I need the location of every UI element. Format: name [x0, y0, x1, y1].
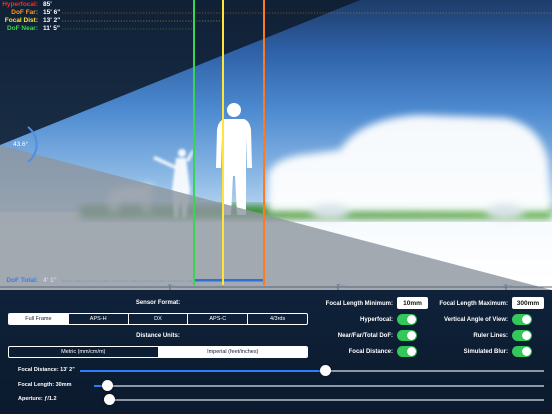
focal-min-label: Focal Length Minimum:: [325, 301, 393, 307]
readout-dof-near: DoF Near: 11' 5": [0, 25, 60, 32]
toggle-knob: [407, 347, 416, 356]
readout-dof-far: DoF Far: 15' 6": [0, 9, 60, 16]
focal-distance-slider[interactable]: [80, 365, 544, 376]
dof-total-bar: [193, 279, 264, 282]
simulated-blur-toggle-label: Simulated Blur:: [463, 349, 508, 355]
readout-hyperfocal: Hyperfocal: 85': [0, 1, 52, 8]
distance-units-heading: Distance Units:: [136, 333, 180, 339]
readout-dof-far-value: 15' 6": [43, 9, 61, 16]
focal-length-slider[interactable]: [94, 380, 544, 391]
aperture-slider[interactable]: [104, 394, 544, 405]
readout-dof-far-label: DoF Far:: [11, 9, 38, 16]
focal-length-slider-thumb[interactable]: [102, 380, 113, 391]
sensor-format-dx[interactable]: DX: [129, 314, 189, 324]
simulated-blur-toggle[interactable]: [512, 346, 532, 357]
readout-dof-total: DoF Total: 4' 1": [0, 277, 57, 284]
focal-length-slider-label: Focal Length: 30mm: [18, 382, 72, 388]
focal-distance-slider-label: Focal Distance: 13' 2": [18, 367, 75, 373]
vertical-angle-toggle[interactable]: [512, 314, 532, 325]
aperture-slider-label: Aperture: ƒ/1.2: [18, 396, 57, 402]
readout-hyperfocal-value: 85': [43, 1, 52, 8]
readout-focal-dist-value: 13' 2": [43, 17, 61, 24]
focal-min-input[interactable]: 10mm: [397, 297, 428, 309]
readout-focal-dist: Focal Dist: 13' 2": [0, 17, 61, 24]
car-silhouette: [268, 115, 552, 220]
focal-distance-toggle[interactable]: [397, 346, 417, 357]
depth-of-field-scene: Hyperfocal: 85' DoF Far: 15' 6" Focal Dist…: [0, 0, 552, 290]
hyperfocal-toggle-label: Hyperfocal:: [359, 317, 393, 323]
readout-dof-near-value: 11' 5": [43, 25, 60, 32]
distance-units-imperial[interactable]: Imperial (feet/inches): [158, 347, 307, 357]
sensor-format-aps-h[interactable]: APS-H: [69, 314, 129, 324]
focal-max-label: Focal Length Maximum:: [439, 301, 508, 307]
toggle-knob: [522, 347, 531, 356]
readout-focal-dist-label: Focal Dist:: [4, 17, 38, 24]
dof-simulator-app: Hyperfocal: 85' DoF Far: 15' 6" Focal Dist…: [0, 0, 552, 414]
toggle-knob: [407, 315, 416, 324]
dof-near-line: [193, 0, 195, 285]
sensor-format-full-frame[interactable]: Full Frame: [9, 314, 69, 324]
focal-distance-line: [222, 0, 224, 285]
toggle-knob: [522, 331, 531, 340]
toggle-knob: [522, 315, 531, 324]
toggle-knob: [407, 331, 416, 340]
readout-dof-total-value: 4' 1": [43, 277, 57, 284]
dof-far-line: [263, 0, 265, 285]
slider-fill: [80, 370, 326, 372]
settings-panel: Sensor Format: Full Frame APS-H DX APS-C…: [0, 290, 552, 414]
hyperfocal-toggle[interactable]: [397, 314, 417, 325]
scene-graphics: [0, 0, 552, 290]
near-far-total-toggle-label: Near/Far/Total DoF:: [337, 333, 393, 339]
distance-units-segmented: Metric (mm/cm/m) Imperial (feet/inches): [8, 346, 308, 358]
sensor-format-segmented: Full Frame APS-H DX APS-C 4/3rds: [8, 313, 308, 325]
ruler-lines-toggle-label: Ruler Lines:: [473, 333, 508, 339]
focal-distance-slider-thumb[interactable]: [320, 365, 332, 376]
vertical-angle-toggle-label: Vertical Angle of View:: [443, 317, 508, 323]
aperture-slider-thumb[interactable]: [104, 394, 115, 405]
sensor-format-heading: Sensor Format:: [135, 300, 181, 306]
readout-hyperfocal-label: Hyperfocal:: [2, 1, 38, 8]
focal-max-input[interactable]: 300mm: [512, 297, 544, 309]
sensor-format-aps-c[interactable]: APS-C: [188, 314, 249, 324]
ruler-lines-toggle[interactable]: [512, 330, 532, 341]
distance-units-metric[interactable]: Metric (mm/cm/m): [9, 347, 159, 357]
sensor-format-four-thirds[interactable]: 4/3rds: [248, 314, 307, 324]
readout-dof-near-label: DoF Near:: [6, 25, 38, 32]
focal-distance-toggle-label: Focal Distance:: [348, 349, 393, 355]
angle-of-view-label: 43.6°: [13, 141, 29, 148]
readout-dof-total-label: DoF Total:: [6, 277, 38, 284]
near-far-total-toggle[interactable]: [397, 330, 417, 341]
